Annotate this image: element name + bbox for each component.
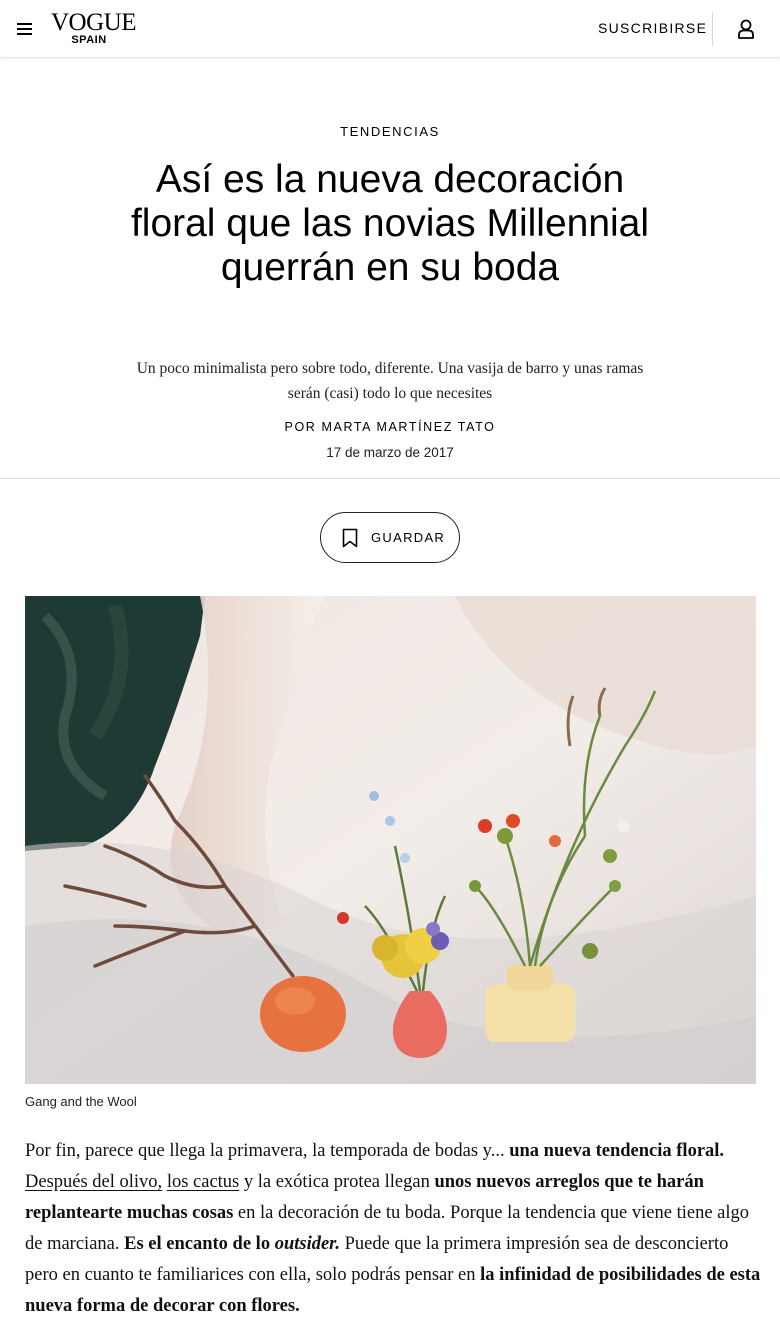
link-despues-del-olivo[interactable]: Después del olivo, — [25, 1172, 162, 1192]
article-byline[interactable]: POR MARTA MARTÍNEZ TATO — [0, 420, 780, 434]
publish-date: 17 de marzo de 2017 — [326, 445, 454, 460]
link-los-cactus[interactable]: los cactus — [167, 1172, 239, 1192]
vogue-spain-logo[interactable]: VOGUE SPAIN — [51, 9, 137, 50]
article-rubric[interactable]: TENDENCIAS — [0, 124, 780, 139]
body-bold-segment: una nueva tendencia floral. — [509, 1141, 725, 1161]
article-dek: Un poco minimalista pero sobre todo, dif… — [136, 360, 644, 402]
article-body: Por fin, parece que llega la primavera, … — [25, 1136, 761, 1322]
save-article-button[interactable]: GUARDAR — [320, 512, 460, 563]
article-headline: Así es la nueva decoración floral que la… — [130, 158, 650, 289]
site-header: VOGUE SPAIN SUSCRIBIRSE — [0, 0, 780, 58]
image-caption: Gang and the Wool — [25, 1094, 137, 1109]
save-label: GUARDAR — [371, 530, 446, 545]
body-bold-italic-segment: outsider. — [274, 1234, 340, 1254]
body-text-segment: Por fin, parece que llega la primavera, … — [25, 1141, 510, 1161]
header-divider — [712, 12, 713, 46]
logo-wordmark: VOGUE — [51, 9, 137, 36]
body-bold-segment: Es el encanto de lo — [124, 1234, 275, 1254]
subscribe-link[interactable]: SUSCRIBIRSE — [598, 20, 707, 36]
hero-image-floral-vases — [25, 596, 756, 1084]
bookmark-icon — [342, 528, 358, 548]
user-account-icon[interactable] — [736, 18, 756, 40]
body-text-segment: y la exótica protea llegan — [239, 1172, 435, 1192]
hamburger-menu-icon[interactable] — [14, 18, 36, 40]
header-divider-rule — [0, 478, 780, 479]
